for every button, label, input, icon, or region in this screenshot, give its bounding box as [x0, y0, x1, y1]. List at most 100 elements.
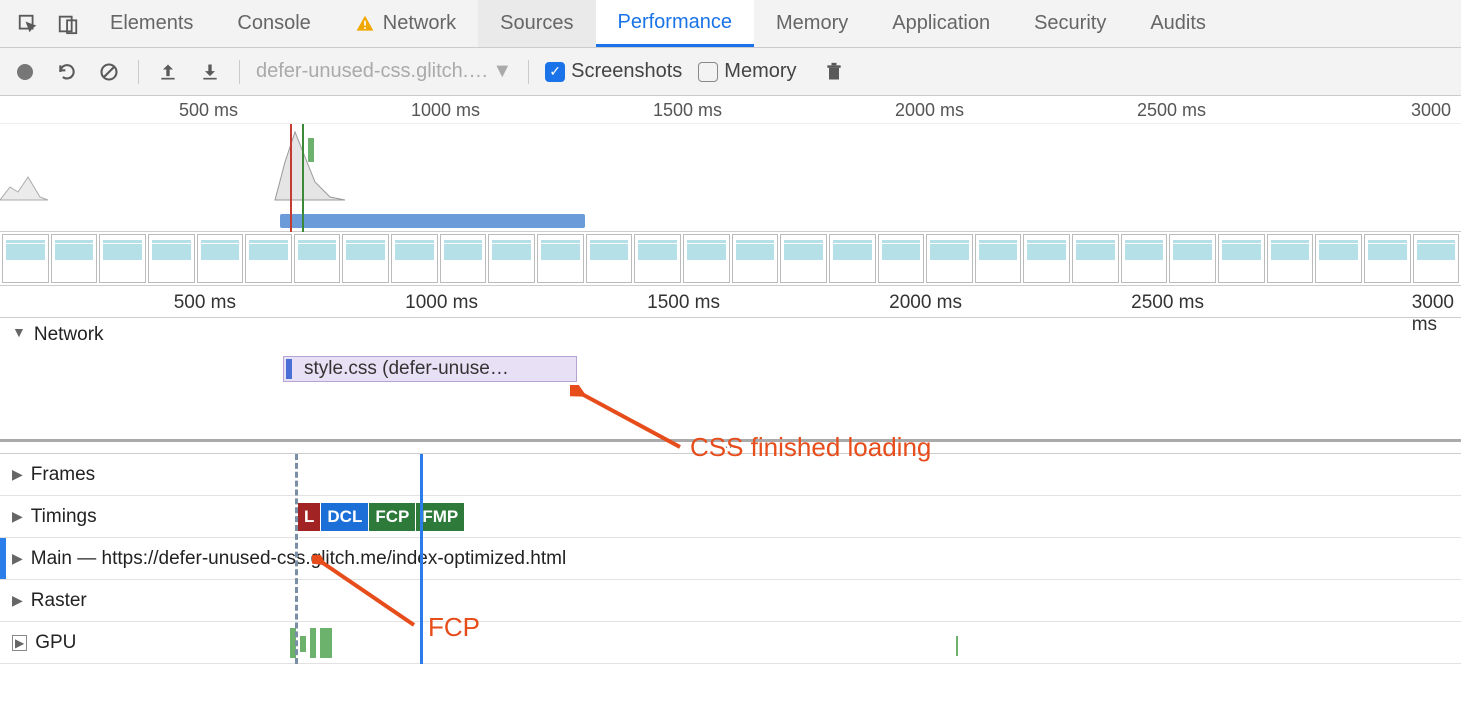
- cpu-spark-small: [0, 162, 50, 202]
- screenshot-thumb[interactable]: [1121, 234, 1168, 283]
- tab-security[interactable]: Security: [1012, 0, 1128, 47]
- ruler-tick: 2000 ms: [895, 100, 968, 121]
- screenshot-thumb[interactable]: [342, 234, 389, 283]
- ruler-tick: 2000 ms: [889, 292, 968, 314]
- main-ruler: 500 ms 1000 ms 1500 ms 2000 ms 2500 ms 3…: [0, 286, 1461, 318]
- tab-memory[interactable]: Memory: [754, 0, 870, 47]
- frames-track[interactable]: ▶ Frames: [0, 454, 1461, 496]
- overview-timeline[interactable]: 500 ms 1000 ms 1500 ms 2000 ms 2500 ms 3…: [0, 96, 1461, 232]
- screenshots-checkbox-row[interactable]: ✓ Screenshots: [545, 60, 682, 83]
- screenshot-thumb[interactable]: [829, 234, 876, 283]
- screenshot-thumb[interactable]: [926, 234, 973, 283]
- main-track-label: Main — https://defer-unused-css.glitch.m…: [31, 548, 566, 570]
- network-track-label: Network: [34, 324, 104, 346]
- tab-performance[interactable]: Performance: [596, 0, 755, 47]
- screenshot-thumb[interactable]: [586, 234, 633, 283]
- frames-track-label: Frames: [31, 464, 95, 486]
- tab-network[interactable]: Network: [333, 0, 478, 47]
- cpu-spark: [270, 122, 350, 202]
- flamechart-pane: ▶ Frames ▶ Timings L DCL FCP FMP ▶ Main …: [0, 454, 1461, 664]
- tab-audits[interactable]: Audits: [1128, 0, 1228, 47]
- screenshot-thumb[interactable]: [732, 234, 779, 283]
- screenshot-thumb[interactable]: [780, 234, 827, 283]
- screenshot-thumb[interactable]: [1218, 234, 1265, 283]
- overview-flame[interactable]: [0, 124, 1461, 232]
- timings-track[interactable]: ▶ Timings L DCL FCP FMP: [0, 496, 1461, 538]
- screenshot-thumb[interactable]: [197, 234, 244, 283]
- selection-range-bar[interactable]: [280, 214, 585, 228]
- disclosure-icon[interactable]: ▶: [12, 466, 23, 483]
- overview-green-bar: [308, 138, 314, 162]
- dashed-marker: [295, 454, 298, 664]
- clear-icon[interactable]: [96, 59, 122, 85]
- ruler-tick: 500 ms: [179, 100, 242, 121]
- screenshot-thumb[interactable]: [245, 234, 292, 283]
- splitter-handle[interactable]: ⋯: [0, 442, 1461, 454]
- screenshots-label: Screenshots: [571, 60, 682, 83]
- network-request-bar[interactable]: style.css (defer-unuse…: [283, 356, 577, 382]
- screenshot-thumb[interactable]: [1072, 234, 1119, 283]
- screenshots-checkbox[interactable]: ✓: [545, 62, 565, 82]
- reload-icon[interactable]: [54, 59, 80, 85]
- screenshot-thumb[interactable]: [51, 234, 98, 283]
- disclosure-icon[interactable]: ▶: [12, 550, 23, 567]
- warning-icon: [355, 14, 375, 34]
- tracks-upper: ▼ Network style.css (defer-unuse…: [0, 318, 1461, 442]
- timing-fmp-badge[interactable]: FMP: [416, 503, 464, 531]
- screenshot-thumb[interactable]: [148, 234, 195, 283]
- upload-icon[interactable]: [155, 59, 181, 85]
- trash-icon[interactable]: [821, 59, 847, 85]
- profile-selector[interactable]: defer-unused-css.glitch.… ▼: [256, 60, 512, 83]
- screenshot-thumb[interactable]: [1023, 234, 1070, 283]
- gpu-track-label: GPU: [35, 632, 76, 654]
- screenshot-thumb[interactable]: [2, 234, 49, 283]
- screenshot-thumb[interactable]: [1413, 234, 1460, 283]
- timing-badges: L DCL FCP FMP: [298, 503, 464, 531]
- tab-application[interactable]: Application: [870, 0, 1012, 47]
- screenshot-thumb[interactable]: [975, 234, 1022, 283]
- raster-track-label: Raster: [31, 590, 87, 612]
- memory-checkbox-row[interactable]: Memory: [698, 60, 796, 83]
- inspect-element-icon[interactable]: [8, 13, 48, 35]
- tab-sources[interactable]: Sources: [478, 0, 595, 47]
- raster-track[interactable]: ▶ Raster: [0, 580, 1461, 622]
- network-request-label: style.css (defer-unuse…: [304, 358, 509, 380]
- screenshot-filmstrip[interactable]: [0, 232, 1461, 286]
- disclosure-icon[interactable]: ▶: [12, 592, 23, 609]
- screenshot-thumb[interactable]: [99, 234, 146, 283]
- disclosure-icon[interactable]: ▶: [12, 508, 23, 525]
- screenshot-thumb[interactable]: [440, 234, 487, 283]
- tab-console[interactable]: Console: [215, 0, 332, 47]
- screenshot-thumb[interactable]: [634, 234, 681, 283]
- disclosure-icon[interactable]: ▼: [12, 324, 26, 340]
- screenshot-thumb[interactable]: [294, 234, 341, 283]
- tab-elements[interactable]: Elements: [88, 0, 215, 47]
- device-toggle-icon[interactable]: [48, 13, 88, 35]
- screenshot-thumb[interactable]: [537, 234, 584, 283]
- tab-network-label: Network: [383, 12, 456, 35]
- screenshot-thumb[interactable]: [1364, 234, 1411, 283]
- memory-checkbox[interactable]: [698, 62, 718, 82]
- timing-load-badge[interactable]: L: [298, 503, 320, 531]
- ruler-tick: 3000: [1411, 100, 1455, 121]
- screenshot-thumb[interactable]: [488, 234, 535, 283]
- screenshot-thumb[interactable]: [1169, 234, 1216, 283]
- ruler-tick: 2500 ms: [1137, 100, 1210, 121]
- screenshot-thumb[interactable]: [1315, 234, 1362, 283]
- screenshot-thumb[interactable]: [391, 234, 438, 283]
- timing-fcp-badge[interactable]: FCP: [369, 503, 415, 531]
- screenshot-thumb[interactable]: [1267, 234, 1314, 283]
- network-track[interactable]: ▼ Network style.css (defer-unuse…: [0, 318, 1461, 442]
- ruler-tick: 1500 ms: [647, 292, 726, 314]
- record-icon[interactable]: [12, 59, 38, 85]
- main-thread-track[interactable]: ▶ Main — https://defer-unused-css.glitch…: [0, 538, 1461, 580]
- screenshot-thumb[interactable]: [683, 234, 730, 283]
- devtools-tab-bar: Elements Console Network Sources Perform…: [0, 0, 1461, 48]
- screenshot-thumb[interactable]: [878, 234, 925, 283]
- download-icon[interactable]: [197, 59, 223, 85]
- memory-label: Memory: [724, 60, 796, 83]
- timing-dcl-badge[interactable]: DCL: [321, 503, 368, 531]
- overview-fcp-marker: [302, 124, 304, 232]
- gpu-track[interactable]: ▶ GPU: [0, 622, 1461, 664]
- disclosure-icon[interactable]: ▶: [12, 635, 27, 651]
